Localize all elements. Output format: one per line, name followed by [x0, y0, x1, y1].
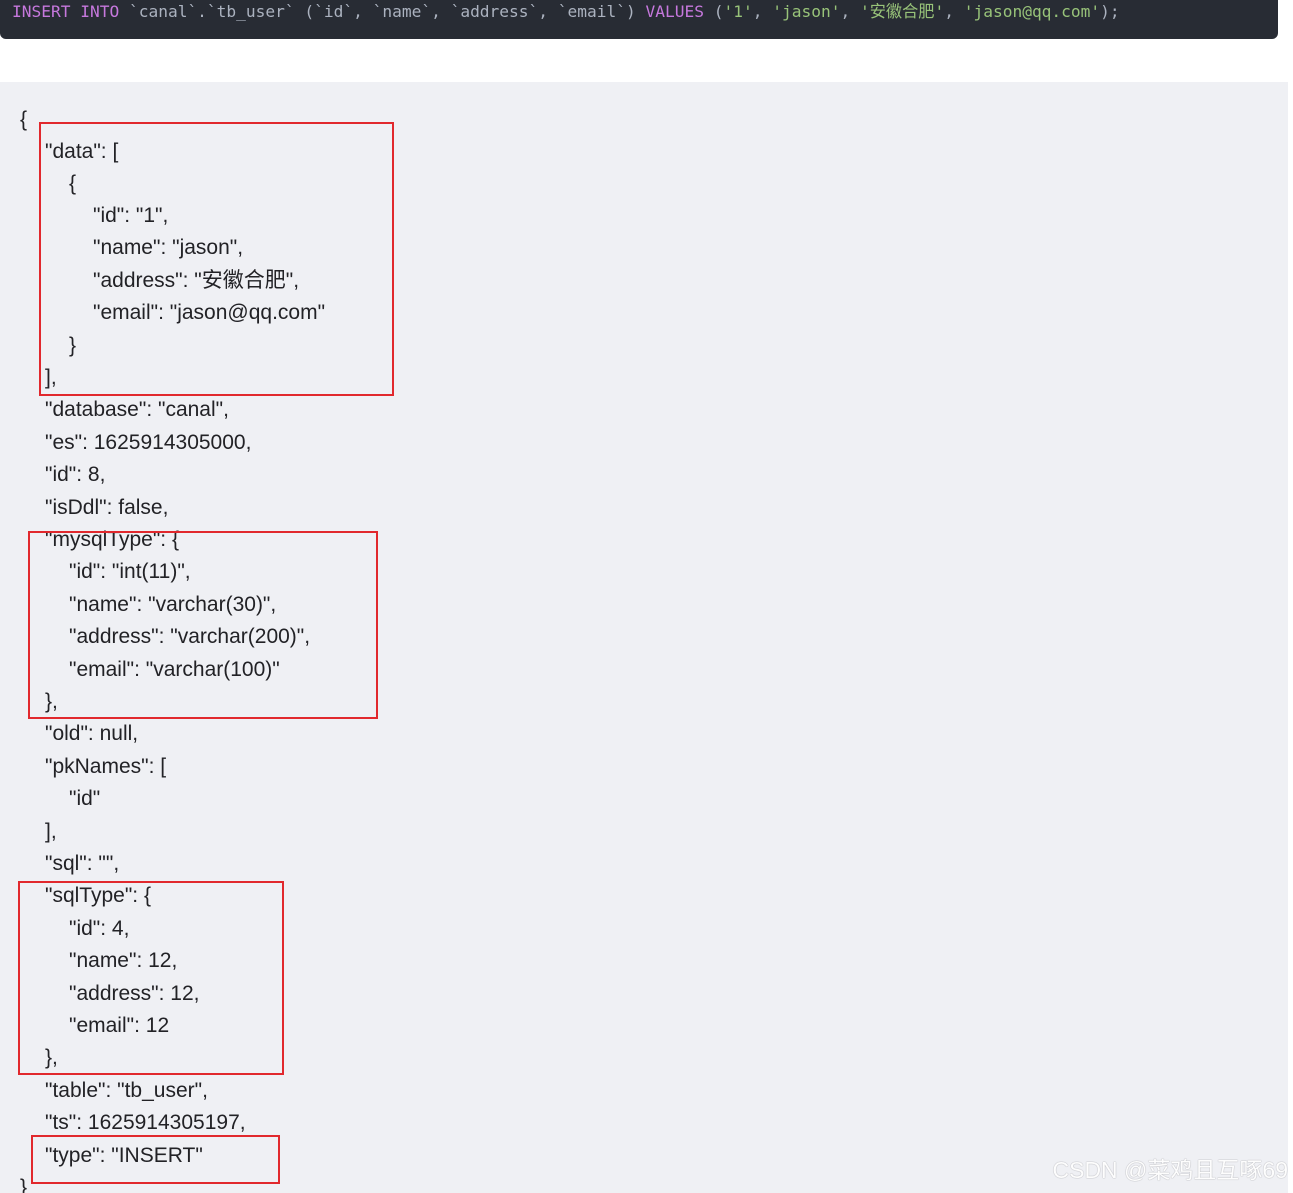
csdn-watermark: CSDN @菜鸡且互啄69 [1052, 1157, 1289, 1183]
highlight-box-sqltype [18, 881, 284, 1075]
highlight-box-type [31, 1135, 280, 1184]
json-line: "pkNames": [ [45, 755, 167, 778]
highlight-box-mysqltype [28, 531, 378, 719]
sql-code-snippet: INSERT INTO `canal`.`tb_user` (`id`, `na… [0, 0, 1278, 39]
json-line: } [20, 1176, 28, 1193]
sql-keyword-into: INTO [80, 2, 120, 21]
sql-open-paren: ( [703, 2, 724, 21]
json-line: "isDdl": false, [45, 496, 169, 519]
sql-close-paren: ); [1100, 2, 1120, 21]
sql-separator: , [944, 2, 964, 21]
sql-separator: , [752, 2, 773, 21]
json-line: "es": 1625914305000, [45, 431, 252, 454]
json-line: "id" [69, 787, 101, 810]
sql-separator: , [840, 2, 860, 21]
json-line: { [20, 108, 28, 131]
sql-value-id: '1' [723, 2, 753, 21]
highlight-box-data [39, 122, 394, 396]
json-line: "old": null, [45, 722, 139, 745]
sql-value-email: 'jason@qq.com' [963, 2, 1101, 21]
json-line: "table": "tb_user", [45, 1079, 208, 1102]
sql-keyword-insert: INSERT [12, 2, 71, 21]
sql-value-name: 'jason' [772, 2, 841, 21]
sql-target-columns: `canal`.`tb_user` (`id`, `name`, `addres… [119, 2, 646, 21]
json-line: "id": 8, [45, 463, 106, 486]
json-line: "sql": "", [45, 852, 120, 875]
sql-keyword-values: VALUES [645, 2, 704, 21]
json-line: ], [45, 820, 57, 843]
sql-value-address: '安徽合肥' [859, 2, 945, 21]
json-line: "database": "canal", [45, 398, 229, 421]
